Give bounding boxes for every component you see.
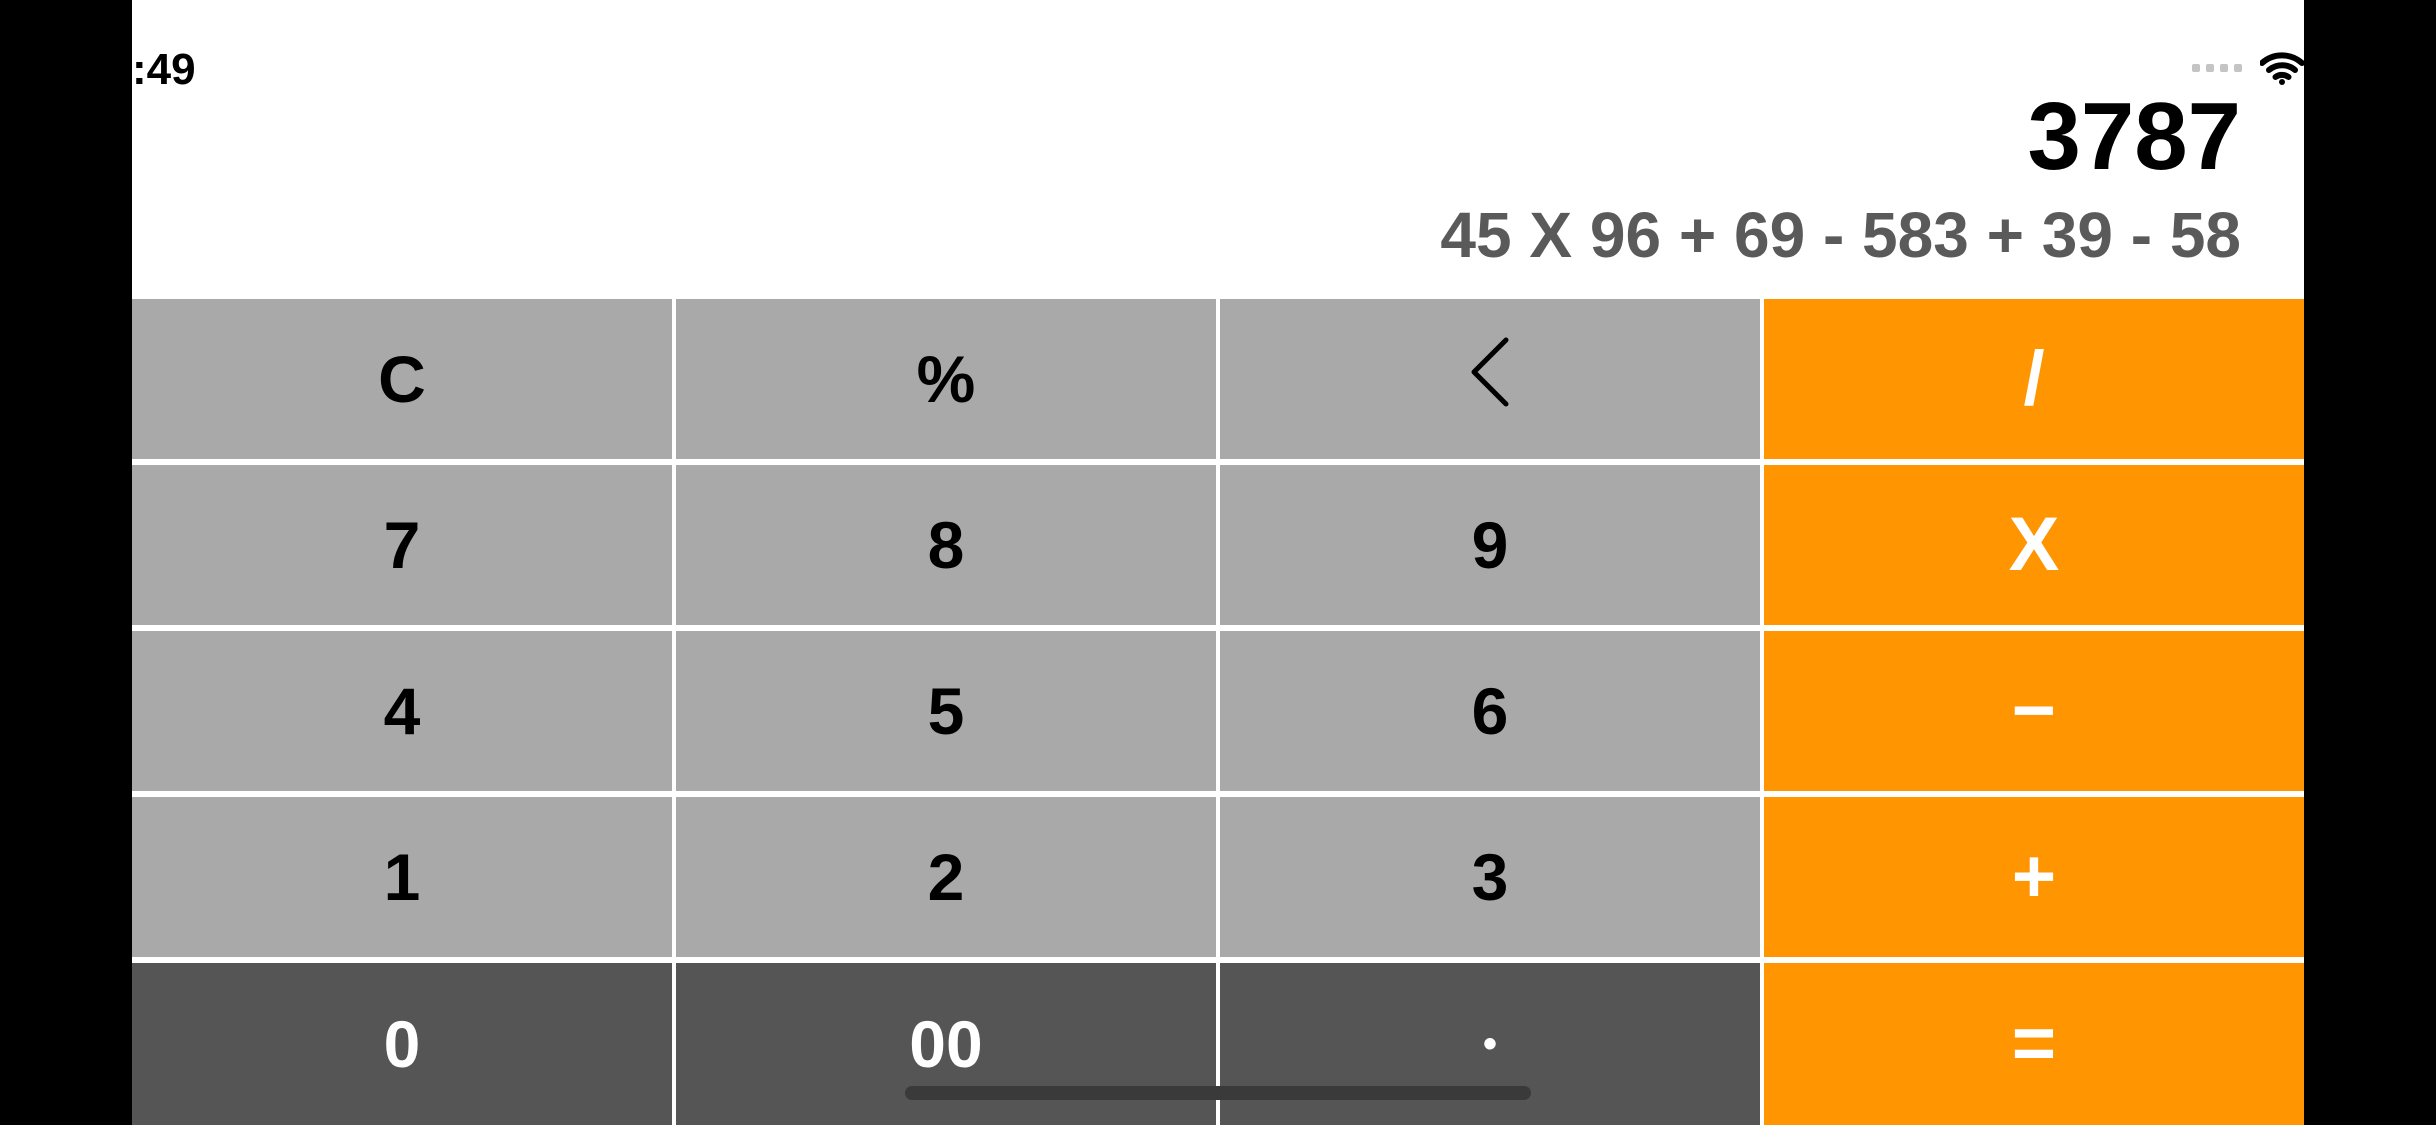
subtract-button-label: − [2011,668,2057,753]
multiply-button[interactable]: X [1764,465,2304,625]
backspace-button[interactable] [1220,299,1760,459]
decimal-button[interactable]: • [1220,963,1760,1125]
clear-button-label: C [378,342,426,416]
decimal-label: • [1482,1022,1497,1066]
digit-0-button[interactable]: 0 [132,963,672,1125]
digit-9-label: 9 [1471,508,1509,582]
digit-7-label: 7 [383,508,421,582]
percent-button-label: % [916,342,976,416]
digit-8-button[interactable]: 8 [676,465,1216,625]
digit-9-button[interactable]: 9 [1220,465,1760,625]
multiply-button-label: X [2008,502,2060,587]
digit-5-button[interactable]: 5 [676,631,1216,791]
clear-button[interactable]: C [132,299,672,459]
cellular-signal-icon [2192,64,2242,72]
digit-7-button[interactable]: 7 [132,465,672,625]
digit-0-label: 0 [383,1007,421,1081]
digit-8-label: 8 [927,508,965,582]
divide-button[interactable]: / [1764,299,2304,459]
equals-button[interactable]: = [1764,963,2304,1125]
digit-3-label: 3 [1471,840,1509,914]
add-button[interactable]: + [1764,797,2304,957]
digit-3-button[interactable]: 3 [1220,797,1760,957]
digit-5-label: 5 [927,674,965,748]
wifi-icon [2260,51,2304,85]
digit-6-button[interactable]: 6 [1220,631,1760,791]
digit-2-label: 2 [927,840,965,914]
result-display: 3787 [2027,83,2241,190]
digit-4-label: 4 [383,674,421,748]
home-indicator[interactable] [905,1086,1531,1100]
equals-button-label: = [2011,1001,2057,1086]
status-time: :49 [132,45,196,94]
divide-button-label: / [2023,336,2045,421]
keypad: C % / 7 8 9 X 4 5 6 − 1 2 3 + 0 00 • = [132,299,2304,1125]
digit-1-label: 1 [383,840,421,914]
chevron-left-icon [1468,336,1512,423]
digit-6-label: 6 [1471,674,1509,748]
digit-2-button[interactable]: 2 [676,797,1216,957]
calculator-screen: :49 3787 45 X 96 + 69 - 583 + 39 - 58 C … [132,0,2304,1125]
double-zero-button[interactable]: 00 [676,963,1216,1125]
subtract-button[interactable]: − [1764,631,2304,791]
digit-4-button[interactable]: 4 [132,631,672,791]
percent-button[interactable]: % [676,299,1216,459]
expression-display: 45 X 96 + 69 - 583 + 39 - 58 [1440,199,2241,271]
add-button-label: + [2011,834,2057,919]
double-zero-label: 00 [909,1007,983,1081]
digit-1-button[interactable]: 1 [132,797,672,957]
